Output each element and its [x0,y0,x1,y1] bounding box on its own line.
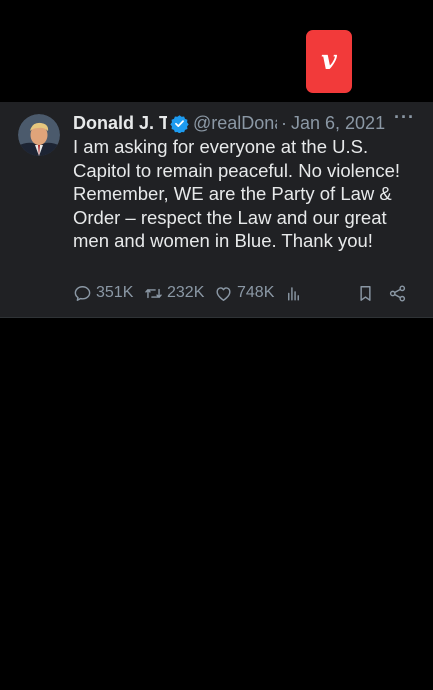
share-button[interactable] [388,284,408,303]
badge-letter: v [321,45,337,76]
tweet-header: Donald J. Trump @realDonaldTrump · Jan 6… [73,107,421,135]
tweet-actions: 351K 232K 748K [73,282,423,304]
tweet-card[interactable]: Donald J. Trump @realDonaldTrump · Jan 6… [0,102,433,318]
author-name[interactable]: Donald J. Trump [73,113,167,134]
header-separator: · [281,112,287,133]
retweet-icon [145,288,162,298]
views-icon [288,286,299,301]
retweet-button[interactable]: 232K [144,284,214,303]
share-icon [389,285,406,301]
reply-count: 351K [96,284,134,301]
like-count: 748K [237,284,275,301]
screen: v Donald J. Trump [0,0,433,690]
views-button[interactable] [284,284,356,303]
retweet-count: 232K [167,284,205,301]
video-app-badge[interactable]: v [306,30,352,93]
tweet-text: I am asking for everyone at the U.S. Cap… [73,136,401,251]
author-handle[interactable]: @realDonaldTrump [193,113,277,134]
like-button[interactable]: 748K [214,284,284,303]
verified-icon [170,114,189,133]
avatar[interactable] [18,114,60,156]
reply-button[interactable]: 351K [73,284,144,303]
like-icon [216,286,231,301]
more-icon[interactable]: ··· [394,107,415,128]
bookmark-icon [360,285,371,301]
bookmark-button[interactable] [356,284,388,303]
reply-icon [74,285,91,301]
tweet-date[interactable]: Jan 6, 2021 [291,113,385,134]
